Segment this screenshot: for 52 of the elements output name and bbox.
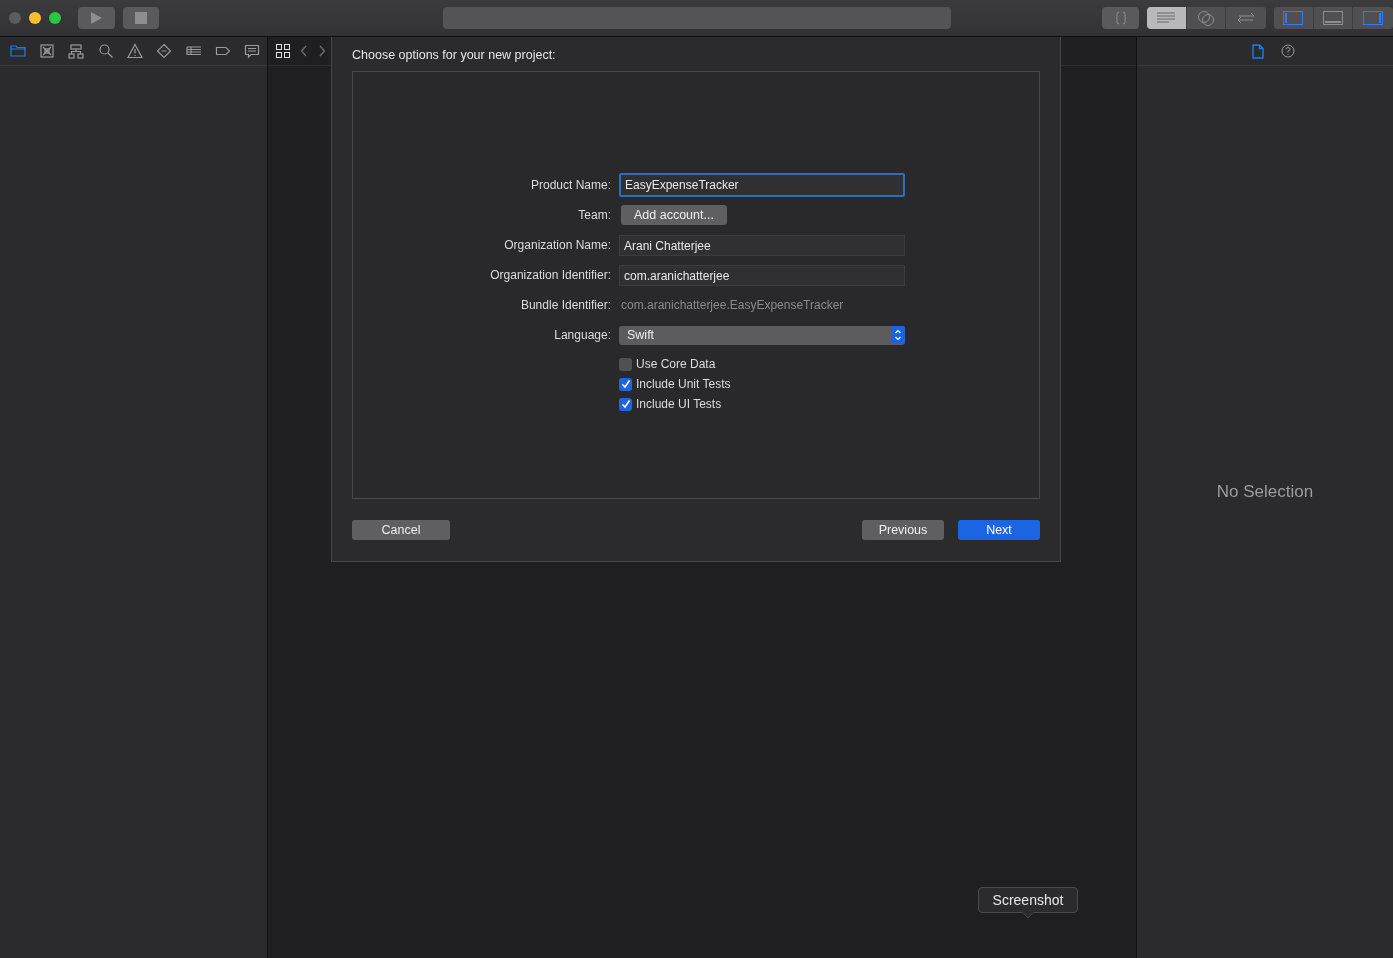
circles-icon <box>1196 10 1216 26</box>
panel-icon <box>1323 11 1343 25</box>
square-x-icon <box>39 43 55 59</box>
document-icon <box>1251 43 1264 59</box>
checkbox-option[interactable]: Use Core Data <box>619 356 905 372</box>
hierarchy-icon <box>68 43 85 59</box>
checkmark-icon <box>620 399 631 409</box>
text-field[interactable]: EasyExpenseTracker <box>619 173 905 197</box>
back-icon[interactable] <box>300 45 308 57</box>
field-label: Language: <box>553 327 611 344</box>
checkbox-option[interactable]: Include Unit Tests <box>619 376 905 392</box>
field-label: Organization Name: <box>503 237 611 254</box>
search-icon <box>97 43 114 59</box>
previous-button[interactable]: Previous <box>862 520 944 540</box>
tooltip: Screenshot <box>978 887 1078 920</box>
run-button[interactable] <box>78 7 115 29</box>
lines-icon <box>1155 11 1178 25</box>
field-label: Bundle Identifier: <box>519 297 611 314</box>
panel-icon <box>1363 11 1384 25</box>
minimize-button[interactable] <box>29 12 41 24</box>
text-field[interactable]: com.aranichatterjee <box>619 264 905 286</box>
speech-bubble-icon <box>244 43 261 59</box>
warning-icon <box>126 43 143 59</box>
next-button[interactable]: Next <box>958 520 1040 540</box>
field-label: Team: <box>577 207 611 224</box>
field-label: Organization Identifier: <box>489 267 611 284</box>
checkbox[interactable] <box>619 377 632 391</box>
add-account-button[interactable]: Add account... <box>621 205 727 225</box>
panel-icon <box>1283 11 1304 25</box>
stop-button[interactable] <box>122 7 160 29</box>
help-icon <box>1280 44 1295 58</box>
sheet-title: Choose options for your new project: <box>352 48 557 62</box>
stepper-icon <box>891 326 905 344</box>
checkbox[interactable] <box>619 357 632 371</box>
cancel-button[interactable]: Cancel <box>352 520 450 540</box>
stop-icon <box>135 12 148 24</box>
panel-toggle-button[interactable] <box>1274 7 1314 29</box>
checkmark-icon <box>620 379 631 389</box>
editor-mode-button[interactable] <box>1146 7 1187 29</box>
play-icon <box>89 11 104 25</box>
bundle-identifier: com.aranichatterjee.EasyExpenseTracker <box>620 298 844 312</box>
diamond-icon <box>156 43 173 59</box>
checkbox[interactable] <box>619 397 632 411</box>
field-label: Product Name: <box>529 177 611 194</box>
checkbox-option[interactable]: Include UI Tests <box>619 396 905 412</box>
no-selection-text: No Selection <box>1216 482 1314 502</box>
zoom-button[interactable] <box>49 12 61 24</box>
grid-icon[interactable] <box>276 44 290 58</box>
language-popup[interactable]: Swift <box>619 325 905 345</box>
text-field[interactable]: Arani Chatterjee <box>619 234 905 256</box>
forward-icon[interactable] <box>318 45 326 57</box>
folder-icon <box>9 43 26 59</box>
